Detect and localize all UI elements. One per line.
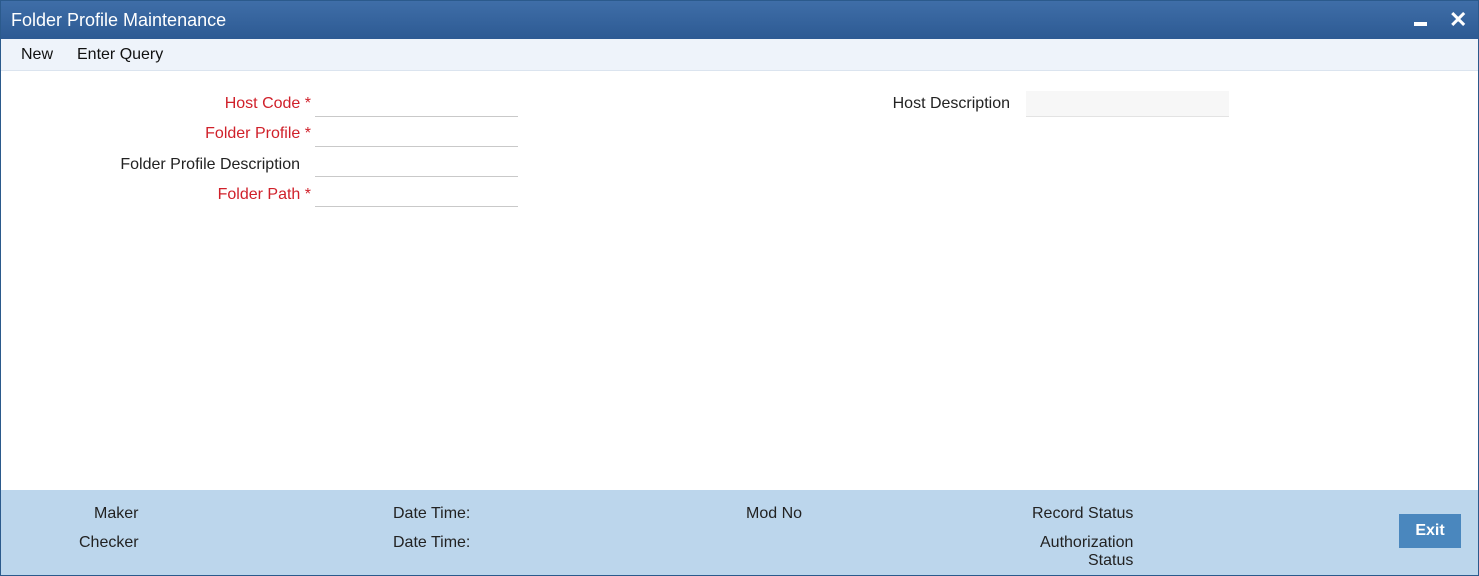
folder-profile-input[interactable] [315, 121, 518, 147]
record-status-label: Record Status [1032, 505, 1134, 522]
required-marker: * [304, 186, 311, 203]
enter-query-button[interactable]: Enter Query [77, 46, 163, 64]
new-button[interactable]: New [21, 46, 53, 64]
folder-profile-label: Folder Profile * [151, 125, 311, 143]
checker-date-time-label: Date Time: [393, 534, 471, 551]
folder-path-label: Folder Path * [151, 186, 311, 204]
required-marker: * [304, 95, 311, 112]
folder-path-input[interactable] [315, 181, 518, 207]
host-code-label: Host Code * [151, 95, 311, 113]
mod-no-label: Mod No [746, 505, 803, 522]
required-marker: * [304, 125, 311, 142]
window-title: Folder Profile Maintenance [11, 10, 227, 30]
host-code-input[interactable] [315, 91, 518, 117]
maker-date-time-label: Date Time: [393, 505, 471, 522]
audit-footer: Maker Checker Date Time: Date Time: Mod … [1, 490, 1478, 575]
authorization-status-label: Status [1088, 552, 1134, 569]
folder-profile-description-label: Folder Profile Description [120, 156, 300, 173]
minimize-icon[interactable] [1414, 22, 1427, 26]
toolbar: New Enter Query [1, 39, 1478, 71]
folder-profile-maintenance-window: Folder Profile Maintenance ✕ New Enter Q… [0, 0, 1479, 576]
host-description-input [1026, 91, 1229, 117]
folder-path-label-text: Folder Path [217, 186, 301, 203]
folder-profile-description-input[interactable] [315, 151, 518, 177]
close-icon[interactable]: ✕ [1449, 9, 1467, 31]
exit-button[interactable]: Exit [1399, 514, 1461, 548]
checker-label: Checker [79, 534, 139, 551]
maker-label: Maker [94, 505, 139, 522]
title-bar: Folder Profile Maintenance ✕ [1, 1, 1478, 39]
host-description-label: Host Description [892, 95, 1010, 112]
host-code-label-text: Host Code [224, 95, 301, 112]
folder-profile-label-text: Folder Profile [205, 125, 301, 142]
authorization-label: Authorization [1040, 534, 1134, 551]
